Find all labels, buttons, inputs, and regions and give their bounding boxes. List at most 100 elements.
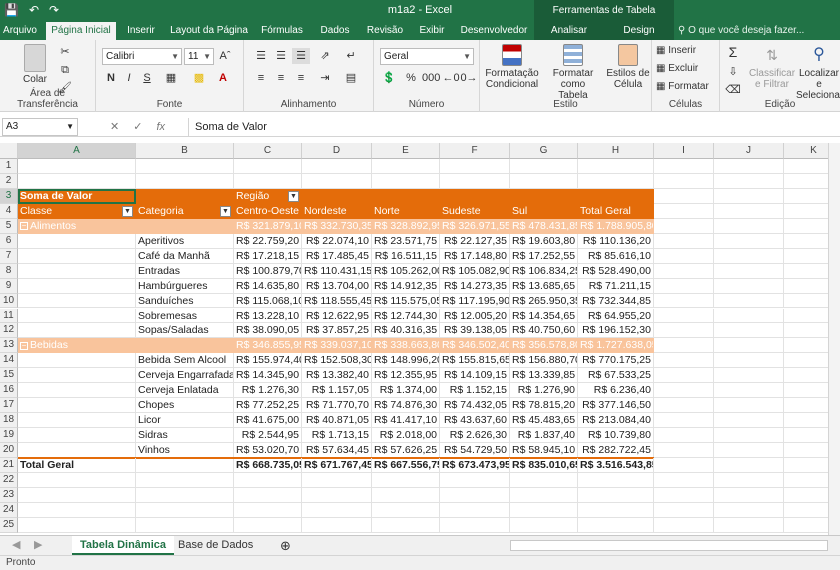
category-value[interactable]: R$ 105.262,00 bbox=[372, 263, 440, 279]
grid-cell[interactable] bbox=[654, 383, 714, 399]
grid-cell[interactable] bbox=[784, 458, 828, 473]
grid-cell[interactable] bbox=[654, 353, 714, 369]
grid-cell[interactable] bbox=[18, 443, 136, 458]
row-header[interactable]: 7 bbox=[0, 248, 18, 264]
collapse-icon[interactable]: − bbox=[20, 341, 28, 350]
category-value[interactable]: R$ 40.750,60 bbox=[510, 323, 578, 339]
row-header[interactable]: 14 bbox=[0, 353, 18, 369]
grid-cell[interactable] bbox=[714, 159, 784, 174]
grid-cell[interactable] bbox=[714, 263, 784, 279]
category-name[interactable]: Entradas bbox=[136, 263, 234, 279]
category-value[interactable]: R$ 78.815,20 bbox=[510, 398, 578, 414]
grid-cell[interactable] bbox=[654, 278, 714, 294]
name-box[interactable]: A3 ▼ bbox=[2, 118, 78, 136]
category-value[interactable]: R$ 265.950,35 bbox=[510, 293, 578, 309]
grid-cell[interactable] bbox=[372, 173, 440, 189]
category-value[interactable]: R$ 40.316,35 bbox=[372, 323, 440, 339]
category-name[interactable]: Sidras bbox=[136, 428, 234, 444]
group-subtotal[interactable]: R$ 1.727.638,05 bbox=[578, 338, 654, 354]
grid-cell[interactable] bbox=[784, 473, 828, 488]
grid-cell[interactable] bbox=[714, 443, 784, 458]
category-value[interactable]: R$ 77.252,25 bbox=[234, 398, 302, 414]
grid-cell[interactable] bbox=[714, 248, 784, 264]
pivot-measure-label[interactable]: Soma de Valor bbox=[18, 188, 136, 204]
categoria-filter-button[interactable]: ▼ bbox=[220, 205, 231, 217]
grand-total-value[interactable]: R$ 671.767,45 bbox=[302, 458, 372, 473]
grid-cell[interactable] bbox=[784, 204, 828, 219]
grid-cell[interactable] bbox=[654, 502, 714, 518]
pivot-column-header[interactable]: Nordeste bbox=[302, 203, 372, 219]
category-value[interactable]: R$ 85.616,10 bbox=[578, 248, 654, 264]
grid-cell[interactable] bbox=[714, 353, 784, 369]
category-value[interactable]: R$ 71.770,70 bbox=[302, 398, 372, 414]
grid-cell[interactable] bbox=[784, 503, 828, 518]
undo-icon[interactable]: ↶ bbox=[29, 3, 39, 17]
underline-button[interactable]: S bbox=[138, 70, 156, 86]
formula-input[interactable]: Soma de Valor bbox=[188, 118, 838, 136]
column-header[interactable]: J bbox=[714, 143, 784, 159]
category-value[interactable]: R$ 1.157,05 bbox=[302, 383, 372, 399]
grid-cell[interactable] bbox=[714, 308, 784, 324]
grid-cell[interactable] bbox=[578, 173, 654, 189]
category-value[interactable]: R$ 2.544,95 bbox=[234, 428, 302, 444]
clear-icon[interactable]: ⌫ bbox=[724, 82, 742, 98]
row-header[interactable]: 15 bbox=[0, 368, 18, 384]
grid-cell[interactable] bbox=[714, 517, 784, 533]
pivot-column-header[interactable]: Sudeste bbox=[440, 203, 510, 219]
category-value[interactable]: R$ 57.626,25 bbox=[372, 443, 440, 458]
category-value[interactable]: R$ 12.744,30 bbox=[372, 308, 440, 324]
grid-cell[interactable] bbox=[136, 517, 234, 533]
category-value[interactable]: R$ 10.739,80 bbox=[578, 428, 654, 444]
grid-cell[interactable] bbox=[18, 233, 136, 249]
grid-cell[interactable] bbox=[784, 249, 828, 264]
insert-cells-button[interactable]: ▦ Inserir bbox=[656, 45, 696, 56]
grid-cell[interactable] bbox=[510, 517, 578, 533]
grid-cell[interactable] bbox=[784, 413, 828, 429]
grid-cell[interactable] bbox=[784, 264, 828, 279]
category-value[interactable]: R$ 13.339,85 bbox=[510, 368, 578, 384]
category-value[interactable]: R$ 152.508,30 bbox=[302, 353, 372, 369]
group-subtotal[interactable]: R$ 338.663,80 bbox=[372, 338, 440, 354]
grid-cell[interactable] bbox=[714, 472, 784, 488]
category-value[interactable]: R$ 2.626,30 bbox=[440, 428, 510, 444]
format-as-table-button[interactable]: Formatar como Tabela bbox=[542, 44, 604, 101]
category-name[interactable]: Licor bbox=[136, 413, 234, 429]
autosum-icon[interactable]: Σ bbox=[724, 44, 742, 60]
grid-cell[interactable] bbox=[302, 517, 372, 533]
row-header[interactable]: 13 bbox=[0, 338, 18, 354]
row-header[interactable]: 23 bbox=[0, 487, 18, 503]
grid-cell[interactable] bbox=[784, 368, 828, 384]
grand-total-value[interactable]: R$ 3.516.543,85 bbox=[578, 458, 654, 473]
category-value[interactable]: R$ 54.729,50 bbox=[440, 443, 510, 458]
grid-cell[interactable] bbox=[18, 248, 136, 264]
align-top-icon[interactable]: ☰ bbox=[252, 48, 270, 64]
group-subtotal[interactable]: R$ 1.788.905,80 bbox=[578, 218, 654, 234]
grid-cell[interactable] bbox=[372, 159, 440, 174]
grand-total-value[interactable]: R$ 673.473,95 bbox=[440, 458, 510, 473]
category-value[interactable]: R$ 110.136,20 bbox=[578, 233, 654, 249]
enter-icon[interactable]: ✓ bbox=[133, 118, 142, 136]
grid-cell[interactable] bbox=[136, 458, 234, 473]
pivot-header-blank[interactable] bbox=[510, 188, 578, 204]
grid-cell[interactable] bbox=[654, 159, 714, 174]
tab-arquivo[interactable]: Arquivo bbox=[0, 22, 40, 40]
pivot-column-header[interactable]: Norte bbox=[372, 203, 440, 219]
grid-cell[interactable] bbox=[784, 234, 828, 249]
category-value[interactable]: R$ 118.555,45 bbox=[302, 293, 372, 309]
grid-cell[interactable] bbox=[714, 398, 784, 414]
category-value[interactable]: R$ 74.876,30 bbox=[372, 398, 440, 414]
row-header[interactable]: 9 bbox=[0, 278, 18, 294]
category-value[interactable]: R$ 1.276,90 bbox=[510, 383, 578, 399]
category-value[interactable]: R$ 528.490,00 bbox=[578, 263, 654, 279]
grid-cell[interactable] bbox=[510, 472, 578, 488]
grid-cell[interactable] bbox=[18, 398, 136, 414]
fill-color-icon[interactable]: ▩ bbox=[190, 70, 208, 86]
grid-cell[interactable] bbox=[714, 173, 784, 189]
vertical-scrollbar[interactable] bbox=[828, 143, 840, 535]
category-value[interactable]: R$ 23.571,75 bbox=[372, 233, 440, 249]
grid-cell[interactable] bbox=[784, 189, 828, 204]
category-value[interactable]: R$ 196.152,30 bbox=[578, 323, 654, 339]
grid-cell[interactable] bbox=[302, 502, 372, 518]
category-value[interactable]: R$ 17.218,15 bbox=[234, 248, 302, 264]
grand-total-value[interactable]: R$ 667.556,75 bbox=[372, 458, 440, 473]
